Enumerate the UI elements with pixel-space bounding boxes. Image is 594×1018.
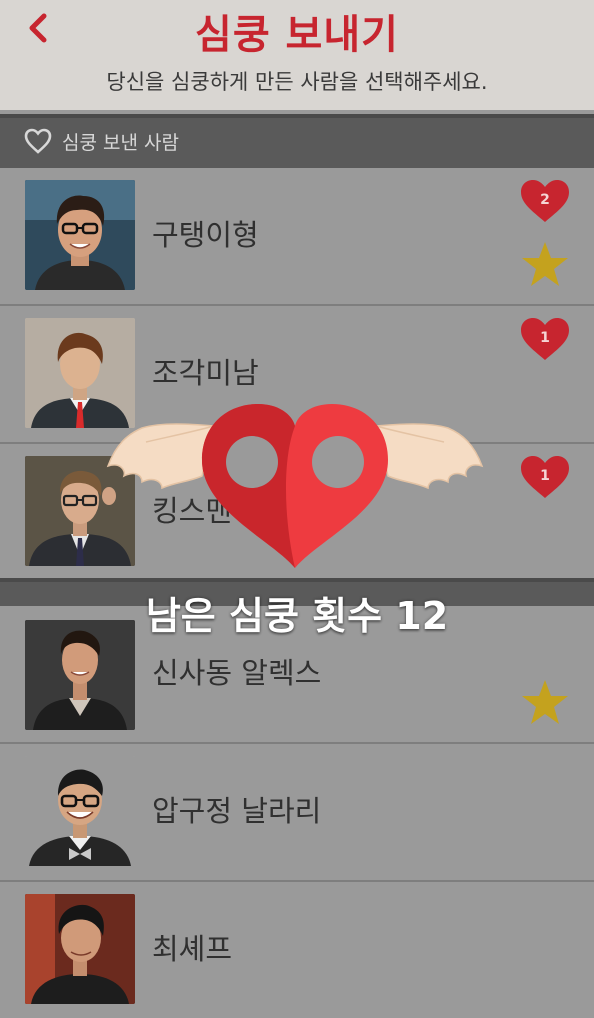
avatar [25, 756, 135, 866]
right-wing-icon [375, 423, 484, 490]
section-label: 심쿵 보낸 사람 [62, 132, 179, 154]
page-subtitle: 당신을 심쿵하게 만든 사람을 선택해주세요. [106, 70, 488, 94]
svg-text:2: 2 [540, 192, 550, 208]
person-name: 최셰프 [152, 932, 233, 966]
avatar [25, 894, 135, 1004]
svg-text:1: 1 [540, 468, 550, 484]
person-name: 압구정 날라리 [152, 794, 322, 828]
svg-text:1: 1 [540, 330, 550, 346]
star-icon [522, 680, 568, 724]
list-item[interactable]: 압구정 날라리 [0, 744, 594, 882]
section-header-sent: 심쿵 보낸 사람 [0, 114, 594, 168]
star-icon [522, 242, 568, 286]
list-item[interactable]: 최셰프 [0, 882, 594, 1018]
left-wing-icon [106, 423, 215, 490]
heart-count-badge: 1 [521, 318, 569, 360]
header: 심쿵 보내기 당신을 심쿵하게 만든 사람을 선택해주세요. [0, 0, 594, 110]
heart-count-badge: 2 [521, 180, 569, 222]
list-item[interactable]: 구탱이형 2 [0, 168, 594, 306]
person-name: 구탱이형 [152, 218, 259, 252]
page-title: 심쿵 보내기 [195, 12, 399, 58]
heart-outline-icon [24, 128, 52, 154]
remaining-count-text: 남은 심쿵 횟수 12 [145, 594, 449, 638]
person-name: 신사동 알렉스 [152, 656, 322, 690]
other-list: 신사동 알렉스 압구정 날라리 최셰프 [0, 606, 594, 1018]
heart-count-badge: 1 [521, 456, 569, 498]
person-name: 조각미남 [152, 356, 259, 390]
winged-heart-pin-icon [106, 404, 484, 568]
avatar [25, 180, 135, 290]
